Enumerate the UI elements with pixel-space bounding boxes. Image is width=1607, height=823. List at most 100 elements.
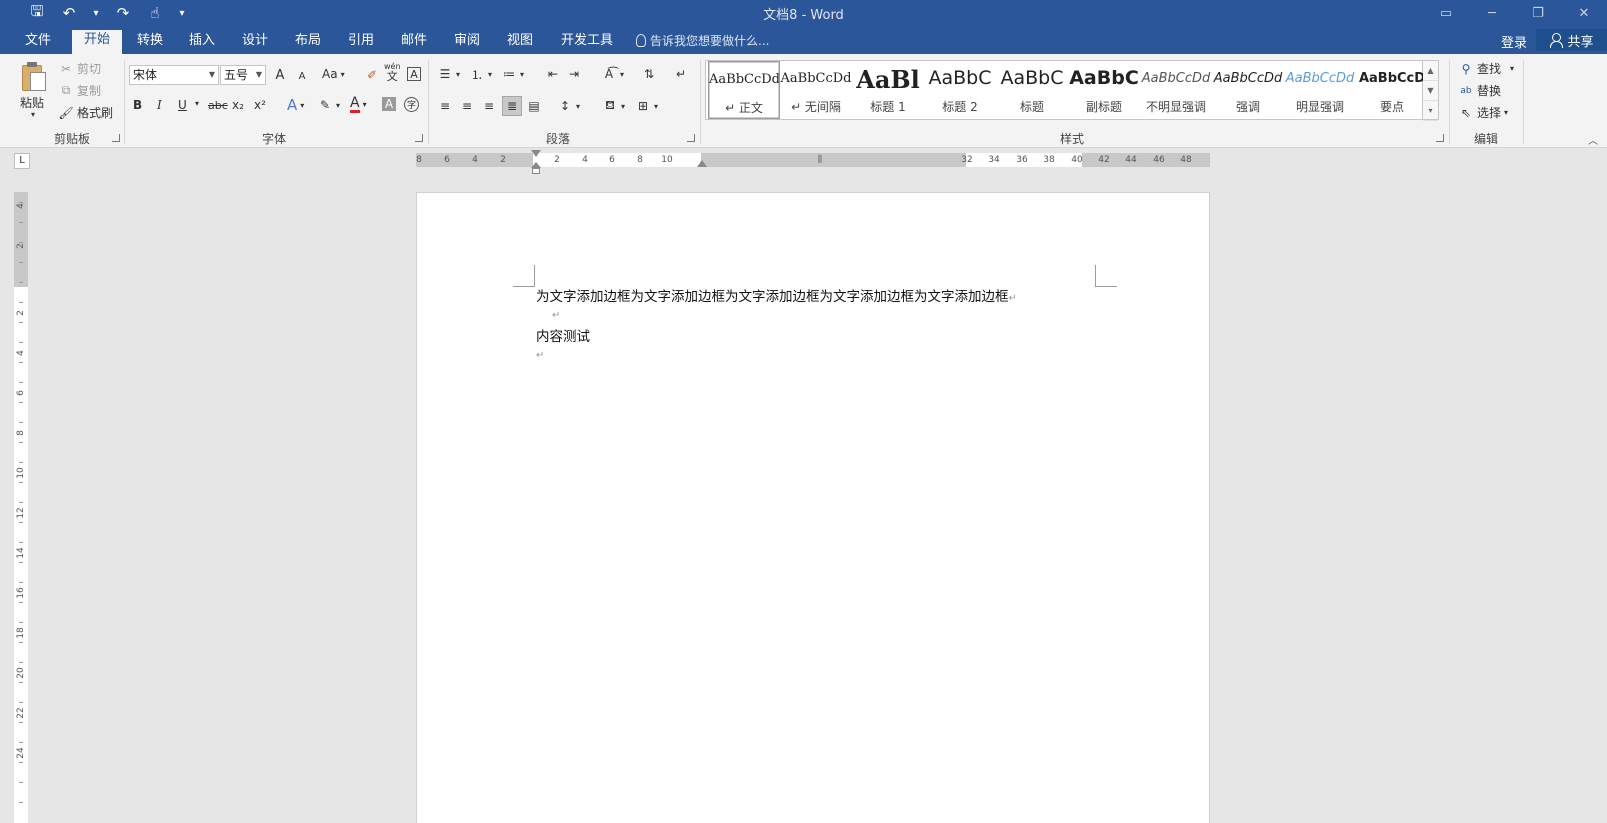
cut-button[interactable]: ✂ 剪切 <box>58 60 101 77</box>
style-item-title[interactable]: AaBbC 标题 <box>996 61 1068 119</box>
collapse-ribbon-icon[interactable]: ︿ <box>1588 132 1598 147</box>
paragraph-launcher-icon[interactable] <box>687 134 695 142</box>
restore-icon[interactable]: ❐ <box>1515 0 1561 26</box>
underline-button[interactable]: U <box>178 98 187 112</box>
tab-file[interactable]: 文件 <box>18 31 58 54</box>
font-name-combo[interactable]: 宋体 ▼ <box>129 65 219 85</box>
clipboard-launcher-icon[interactable] <box>112 134 120 142</box>
distribute-button[interactable]: ▤ <box>526 98 542 114</box>
left-indent-marker[interactable] <box>532 168 540 174</box>
font-group-label: 字体 <box>261 132 286 146</box>
style-item-heading2[interactable]: AaBbC 标题 2 <box>924 61 996 119</box>
minimize-icon[interactable]: ─ <box>1469 0 1515 26</box>
asian-layout-button[interactable]: A͡ ▾ <box>601 66 624 82</box>
close-icon[interactable]: ✕ <box>1561 0 1607 26</box>
tell-me-box[interactable]: 告诉我您想要做什么... <box>636 32 769 49</box>
clear-format-button[interactable]: ✐ <box>364 67 380 83</box>
subscript-button[interactable]: x₂ <box>232 98 244 112</box>
first-line-indent-marker[interactable] <box>531 150 541 157</box>
shrink-font-button[interactable]: A <box>294 68 310 84</box>
paste-dropdown-icon[interactable]: ▾ <box>31 110 35 119</box>
paragraph-4[interactable]: ↵ <box>536 346 544 362</box>
text-effects-button[interactable]: A ▾ <box>287 96 304 114</box>
font-size-combo[interactable]: 五号 ▼ <box>220 65 266 85</box>
share-button[interactable]: 共享 <box>1536 29 1607 51</box>
tab-mailings[interactable]: 邮件 <box>394 31 434 54</box>
bold-button[interactable]: B <box>133 98 142 112</box>
vertical-ruler[interactable]: 4 2 2 4 6 8 10 12 14 16 18 20 22 24 <box>14 192 28 823</box>
tab-design[interactable]: 设计 <box>235 31 275 54</box>
tab-layout[interactable]: 布局 <box>288 31 328 54</box>
font-color-button[interactable]: A ▾ <box>350 96 367 113</box>
align-right-button[interactable]: ≡ <box>481 98 497 114</box>
paragraph-1[interactable]: 为文字添加边框为文字添加边框为文字添加边框为文字添加边框为文字添加边框↵ <box>536 285 1017 305</box>
align-center-button[interactable]: ≡ <box>459 98 475 114</box>
char-border-button[interactable]: A <box>407 67 421 81</box>
font-launcher-icon[interactable] <box>415 134 423 142</box>
style-item-no-spacing[interactable]: AaBbCcDd ↵ 无间隔 <box>780 61 852 119</box>
tab-selector[interactable]: L <box>14 153 30 169</box>
tab-home[interactable]: 开始 <box>72 30 122 54</box>
tab-insert[interactable]: 插入 <box>182 31 222 54</box>
ruler-tick <box>19 342 23 343</box>
bullets-button[interactable]: ☰ ▾ <box>437 66 460 82</box>
increase-indent-button[interactable]: ⇥ <box>566 66 582 82</box>
ruler-number: 4 <box>16 350 26 356</box>
line-spacing-button[interactable]: ↕ ▾ <box>557 98 580 114</box>
tab-references[interactable]: 引用 <box>341 31 381 54</box>
style-item-strong[interactable]: AaBbCcD 要点 <box>1356 61 1428 119</box>
paste-icon[interactable] <box>22 62 48 92</box>
tab-developer[interactable]: 开发工具 <box>554 31 620 54</box>
clipboard-group-label: 剪贴板 <box>53 132 90 146</box>
paragraph-2[interactable]: ↵ <box>552 306 560 322</box>
style-item-normal[interactable]: AaBbCcDd ↵ 正文 <box>708 61 780 119</box>
borders-button[interactable]: ⊞ ▾ <box>635 98 658 114</box>
show-marks-button[interactable]: ↵ <box>673 66 689 82</box>
phonetic-guide-button[interactable]: wén 文 <box>384 62 401 82</box>
login-link[interactable]: 登录 <box>1501 32 1527 51</box>
numbering-button[interactable]: ⒈ ▾ <box>469 66 492 82</box>
style-item-heading1[interactable]: AaBl 标题 1 <box>852 61 924 119</box>
replace-button[interactable]: ab 替换 <box>1458 82 1501 99</box>
paste-button[interactable]: 粘贴 <box>20 94 44 111</box>
multilevel-list-button[interactable]: ≔ ▾ <box>501 66 524 82</box>
align-left-button[interactable]: ≡ <box>437 98 453 114</box>
grow-font-button[interactable]: A <box>272 67 288 83</box>
style-item-emphasis[interactable]: AaBbCcDd 强调 <box>1212 61 1284 119</box>
italic-button[interactable]: I <box>157 98 162 112</box>
sort-button[interactable]: ⇅ <box>641 66 657 82</box>
grow-font-icon: A <box>275 67 285 83</box>
document-page[interactable]: 为文字添加边框为文字添加边框为文字添加边框为文字添加边框为文字添加边框↵ ↵ 内… <box>416 192 1210 823</box>
styles-scrollbar[interactable]: ▲ ▼ ▾ <box>1423 60 1439 121</box>
char-shading-button[interactable]: A <box>382 97 396 111</box>
underline-dropdown-icon[interactable]: ▾ <box>195 99 199 108</box>
superscript-button[interactable]: x² <box>254 98 266 112</box>
right-indent-marker[interactable] <box>697 160 707 167</box>
find-button[interactable]: ⚲ 查找 ▾ <box>1458 60 1514 77</box>
decrease-indent-button[interactable]: ⇤ <box>545 66 561 82</box>
tab-review[interactable]: 审阅 <box>447 31 487 54</box>
strikethrough-button[interactable]: abc <box>208 99 228 112</box>
tab-convert[interactable]: 转换 <box>130 31 170 54</box>
paragraph-3[interactable]: 内容测试 <box>536 325 590 345</box>
highlight-button[interactable]: ✎ ▾ <box>317 97 340 113</box>
chevron-down-icon[interactable]: ▼ <box>1423 81 1438 101</box>
eraser-icon: ✐ <box>366 68 378 82</box>
paragraph-mark-icon: ↵ <box>675 67 687 81</box>
shading-button[interactable]: ⛾ ▾ <box>602 98 625 114</box>
select-button[interactable]: ⇖ 选择 ▾ <box>1458 104 1508 121</box>
style-item-intense-emphasis[interactable]: AaBbCcDd 明显强调 <box>1284 61 1356 119</box>
more-styles-icon[interactable]: ▾ <box>1423 101 1438 121</box>
style-item-subtle-emphasis[interactable]: AaBbCcDd 不明显强调 <box>1140 61 1212 119</box>
change-case-button[interactable]: Aa ▾ <box>322 67 345 81</box>
format-painter-button[interactable]: 🖌 格式刷 <box>58 104 113 121</box>
chevron-up-icon[interactable]: ▲ <box>1423 61 1438 81</box>
enclose-char-button[interactable]: 字 <box>404 97 419 112</box>
ruler-number: 2 <box>554 155 560 165</box>
copy-button[interactable]: ⧉ 复制 <box>58 82 101 99</box>
tab-view[interactable]: 视图 <box>500 31 540 54</box>
style-item-subtitle[interactable]: AaBbC 副标题 <box>1068 61 1140 119</box>
styles-launcher-icon[interactable] <box>1436 134 1444 142</box>
ribbon-display-icon[interactable]: ▭ <box>1423 0 1469 26</box>
justify-button[interactable]: ≣ <box>502 96 522 116</box>
